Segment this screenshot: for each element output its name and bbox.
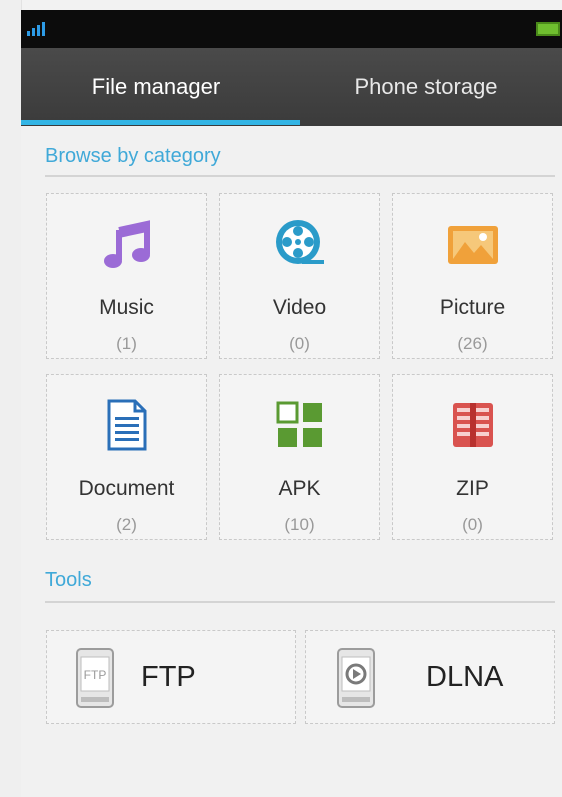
tool-name: DLNA bbox=[426, 661, 504, 693]
tool-name: FTP bbox=[141, 661, 196, 693]
music-note-icon bbox=[103, 220, 150, 268]
phone-screen: File manager Phone storage Browse by cat… bbox=[21, 10, 562, 797]
browse-divider bbox=[45, 175, 555, 177]
picture-icon bbox=[447, 226, 498, 264]
category-count: (2) bbox=[116, 515, 137, 534]
category-name: APK bbox=[278, 477, 321, 500]
category-zip[interactable]: ZIP (0) bbox=[392, 374, 553, 540]
signal-icon bbox=[27, 22, 45, 36]
category-count: (0) bbox=[462, 515, 483, 534]
browse-section-header: Browse by category bbox=[45, 145, 221, 167]
tab-bar: File manager Phone storage bbox=[21, 48, 562, 126]
category-document[interactable]: Document (2) bbox=[46, 374, 207, 540]
left-gutter bbox=[0, 0, 22, 797]
category-picture[interactable]: Picture (26) bbox=[392, 193, 553, 359]
category-video[interactable]: Video (0) bbox=[219, 193, 380, 359]
category-name: Music bbox=[99, 296, 154, 319]
zip-archive-icon bbox=[452, 403, 493, 447]
category-music[interactable]: Music (1) bbox=[46, 193, 207, 359]
tab-file-manager[interactable]: File manager bbox=[21, 48, 291, 126]
category-name: Video bbox=[272, 296, 327, 319]
category-count: (1) bbox=[116, 334, 137, 353]
document-icon bbox=[107, 399, 146, 451]
tab-phone-storage[interactable]: Phone storage bbox=[291, 48, 561, 126]
apk-grid-icon bbox=[276, 401, 322, 447]
active-tab-indicator bbox=[21, 120, 300, 125]
ftp-phone-icon: FTP bbox=[76, 648, 114, 708]
tools-divider bbox=[45, 601, 555, 603]
tools-section-header: Tools bbox=[45, 569, 92, 591]
category-name: ZIP bbox=[456, 477, 489, 500]
tool-dlna[interactable]: DLNA bbox=[305, 630, 555, 724]
category-count: (10) bbox=[284, 515, 315, 534]
tool-ftp[interactable]: FTP FTP bbox=[46, 630, 296, 724]
dlna-phone-icon bbox=[337, 648, 375, 708]
category-count: (0) bbox=[289, 334, 310, 353]
battery-icon bbox=[536, 22, 560, 36]
category-count: (26) bbox=[457, 334, 488, 353]
category-name: Document bbox=[78, 477, 175, 500]
ftp-icon-label: FTP bbox=[84, 668, 107, 682]
status-bar bbox=[21, 10, 562, 48]
category-apk[interactable]: APK (10) bbox=[219, 374, 380, 540]
category-name: Picture bbox=[439, 296, 506, 319]
film-reel-icon bbox=[275, 220, 324, 264]
